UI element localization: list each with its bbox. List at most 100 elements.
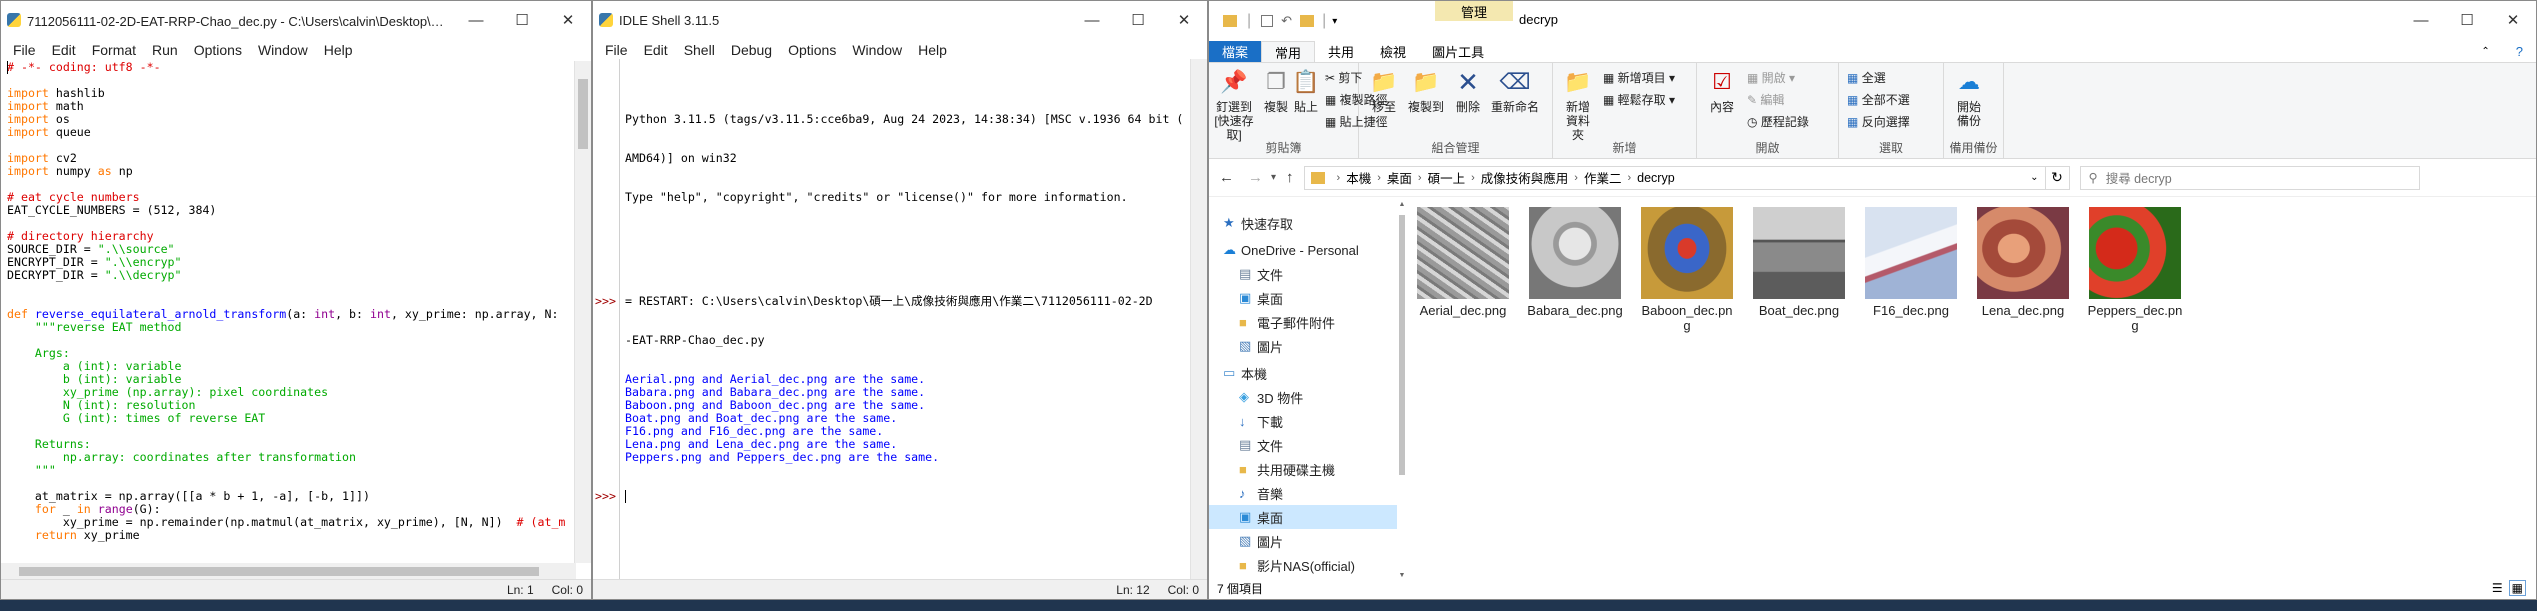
menu-edit[interactable]: Edit <box>44 42 84 58</box>
menu-run[interactable]: Run <box>144 42 186 58</box>
close-button[interactable]: ✕ <box>2490 1 2536 39</box>
menu-edit[interactable]: Edit <box>636 42 676 58</box>
file-item[interactable]: Lena_dec.png <box>1967 207 2079 333</box>
nav-item[interactable]: ■ 電子郵件附件 <box>1209 310 1397 334</box>
ribbon-collapse-icon[interactable]: ⌃ <box>2468 41 2502 62</box>
select-all-button[interactable]: ▦ 全選 <box>1847 67 1910 89</box>
invert-selection-button[interactable]: ▦ 反向選擇 <box>1847 111 1910 133</box>
breadcrumb-item[interactable]: 碩一上 <box>1428 168 1466 187</box>
menu-shell[interactable]: Shell <box>676 42 723 58</box>
menu-help[interactable]: Help <box>316 42 361 58</box>
select-none-button[interactable]: ▦ 全部不選 <box>1847 89 1910 111</box>
pin-button[interactable]: 📌 釘選到 [快速存取] <box>1213 67 1255 143</box>
menu-file[interactable]: File <box>5 42 44 58</box>
close-button[interactable]: ✕ <box>1161 1 1207 39</box>
easy-access-button[interactable]: ▦ 輕鬆存取 ▾ <box>1603 89 1675 111</box>
minimize-button[interactable]: — <box>1069 1 1115 39</box>
shell-vertical-scrollbar[interactable] <box>1190 59 1207 581</box>
minimize-button[interactable]: — <box>453 1 499 39</box>
details-view-icon[interactable]: ☰ <box>2492 581 2503 595</box>
nav-item[interactable]: ♪ 音樂 <box>1209 481 1397 505</box>
minimize-button[interactable]: — <box>2398 1 2444 39</box>
nav-item[interactable]: ■ 影片NAS(official) <box>1209 553 1397 577</box>
file-item[interactable]: Peppers_dec.png <box>2079 207 2191 333</box>
editor-scroll-thumb[interactable] <box>578 79 588 149</box>
editor-hscroll-thumb[interactable] <box>19 567 539 576</box>
nav-item[interactable]: ▭ 本機 <box>1209 361 1397 385</box>
nav-item[interactable]: ↓ 下載 <box>1209 409 1397 433</box>
menu-file[interactable]: File <box>597 42 636 58</box>
nav-item[interactable]: ▧ 圖片 <box>1209 334 1397 358</box>
breadcrumb-item[interactable]: 成像技術與應用 <box>1481 168 1569 187</box>
nav-scroll-thumb[interactable] <box>1399 215 1405 475</box>
breadcrumb-separator[interactable]: › <box>1574 172 1578 184</box>
close-button[interactable]: ✕ <box>545 1 591 39</box>
nav-scroll-up[interactable]: ▲ <box>1397 201 1407 208</box>
menu-options[interactable]: Options <box>780 42 844 58</box>
nav-scrollbar[interactable]: ▲ ▼ <box>1397 201 1407 579</box>
nav-item[interactable]: ▤ 文件 <box>1209 262 1397 286</box>
menu-window[interactable]: Window <box>844 42 910 58</box>
nav-item[interactable]: ★ 快速存取 <box>1209 211 1397 235</box>
undo-icon[interactable]: ↶ <box>1281 13 1292 29</box>
maximize-button[interactable]: ☐ <box>1115 1 1161 39</box>
thumbnail-view-icon[interactable]: ▦ <box>2508 580 2526 596</box>
file-item[interactable]: Aerial_dec.png <box>1407 207 1519 333</box>
address-dropdown-icon[interactable]: ⌄ <box>2030 172 2038 183</box>
editor-horizontal-scrollbar[interactable] <box>1 563 576 580</box>
nav-item[interactable]: ▣ 桌面 <box>1209 286 1397 310</box>
new-folder-button[interactable]: 📁 新增資料夾 <box>1557 67 1599 143</box>
tab-file[interactable]: 檔案 <box>1209 41 1262 62</box>
properties-icon[interactable] <box>1261 15 1274 27</box>
maximize-button[interactable]: ☐ <box>499 1 545 39</box>
delete-button[interactable]: ✕ 刪除 <box>1447 67 1489 114</box>
tab-home[interactable]: 常用 <box>1261 41 1316 62</box>
open-button[interactable]: ▦ 開啟 ▾ <box>1747 67 1809 89</box>
menu-options[interactable]: Options <box>186 42 250 58</box>
back-icon[interactable]: ← <box>1219 169 1234 186</box>
editor-text-area[interactable]: # -*- coding: utf8 -*- import hashlib impo… <box>7 61 567 563</box>
menu-window[interactable]: Window <box>250 42 316 58</box>
nav-item[interactable]: ◈ 3D 物件 <box>1209 385 1397 409</box>
tab-view[interactable]: 檢視 <box>1367 41 1419 62</box>
editor-vertical-scrollbar[interactable] <box>574 61 591 563</box>
nav-item[interactable]: ▣ 桌面 <box>1209 505 1397 529</box>
shell-text-area[interactable]: Python 3.11.5 (tags/v3.11.5:cce6ba9, Aug… <box>593 61 1188 581</box>
new-item-button[interactable]: ▦ 新增項目 ▾ <box>1603 67 1675 89</box>
nav-item[interactable]: ■ 共用硬碟主機 <box>1209 457 1397 481</box>
breadcrumb-separator[interactable]: › <box>1337 172 1341 184</box>
tab-picture-tools[interactable]: 圖片工具 <box>1419 41 1497 62</box>
move-to-button[interactable]: 📁 移至 <box>1363 67 1405 115</box>
properties-button[interactable]: ☑ 內容 <box>1701 67 1743 115</box>
menu-help[interactable]: Help <box>910 42 955 58</box>
breadcrumb-item[interactable]: 桌面 <box>1387 168 1412 187</box>
breadcrumb-separator[interactable]: › <box>1627 172 1631 184</box>
breadcrumb-separator[interactable]: › <box>1418 172 1422 184</box>
forward-icon[interactable]: → <box>1248 169 1263 186</box>
file-item[interactable]: Boat_dec.png <box>1743 207 1855 333</box>
copy-button[interactable]: ❐ 複製 <box>1261 67 1291 115</box>
breadcrumb-item[interactable]: 本機 <box>1346 168 1371 187</box>
recent-dropdown-icon[interactable]: ▾ <box>1271 172 1276 183</box>
qat-dropdown-icon[interactable]: ▾ <box>1332 16 1337 27</box>
up-icon[interactable]: ↑ <box>1286 169 1294 186</box>
maximize-button[interactable]: ☐ <box>2444 1 2490 39</box>
paste-button[interactable]: 📋 貼上 <box>1291 67 1321 115</box>
start-backup-button[interactable]: ☁ 開始備份 <box>1948 67 1990 129</box>
rename-button[interactable]: ⌫ 重新命名 <box>1489 67 1541 115</box>
nav-item[interactable]: ▤ 文件 <box>1209 433 1397 457</box>
menu-format[interactable]: Format <box>84 42 144 58</box>
breadcrumb-separator[interactable]: › <box>1471 172 1475 184</box>
copy-to-button[interactable]: 📁 複製到 <box>1405 67 1447 115</box>
refresh-button[interactable]: ↻ <box>2045 165 2070 190</box>
search-box[interactable]: ⚲ 搜尋 decryp <box>2079 165 2420 190</box>
file-item[interactable]: F16_dec.png <box>1855 207 1967 333</box>
breadcrumb-separator[interactable]: › <box>1377 172 1381 184</box>
help-icon[interactable]: ? <box>2503 41 2536 62</box>
breadcrumb-item[interactable]: 作業二 <box>1584 168 1622 187</box>
address-bar[interactable]: › 本機 › 桌面 › 碩一上 › 成像技術與應用 › 作業二 › decryp ⌄ <box>1303 165 2046 190</box>
breadcrumb-item[interactable]: decryp <box>1637 171 1675 185</box>
file-item[interactable]: Baboon_dec.png <box>1631 207 1743 333</box>
file-item[interactable]: Babara_dec.png <box>1519 207 1631 333</box>
nav-item[interactable]: ☁ OneDrive - Personal <box>1209 238 1397 262</box>
